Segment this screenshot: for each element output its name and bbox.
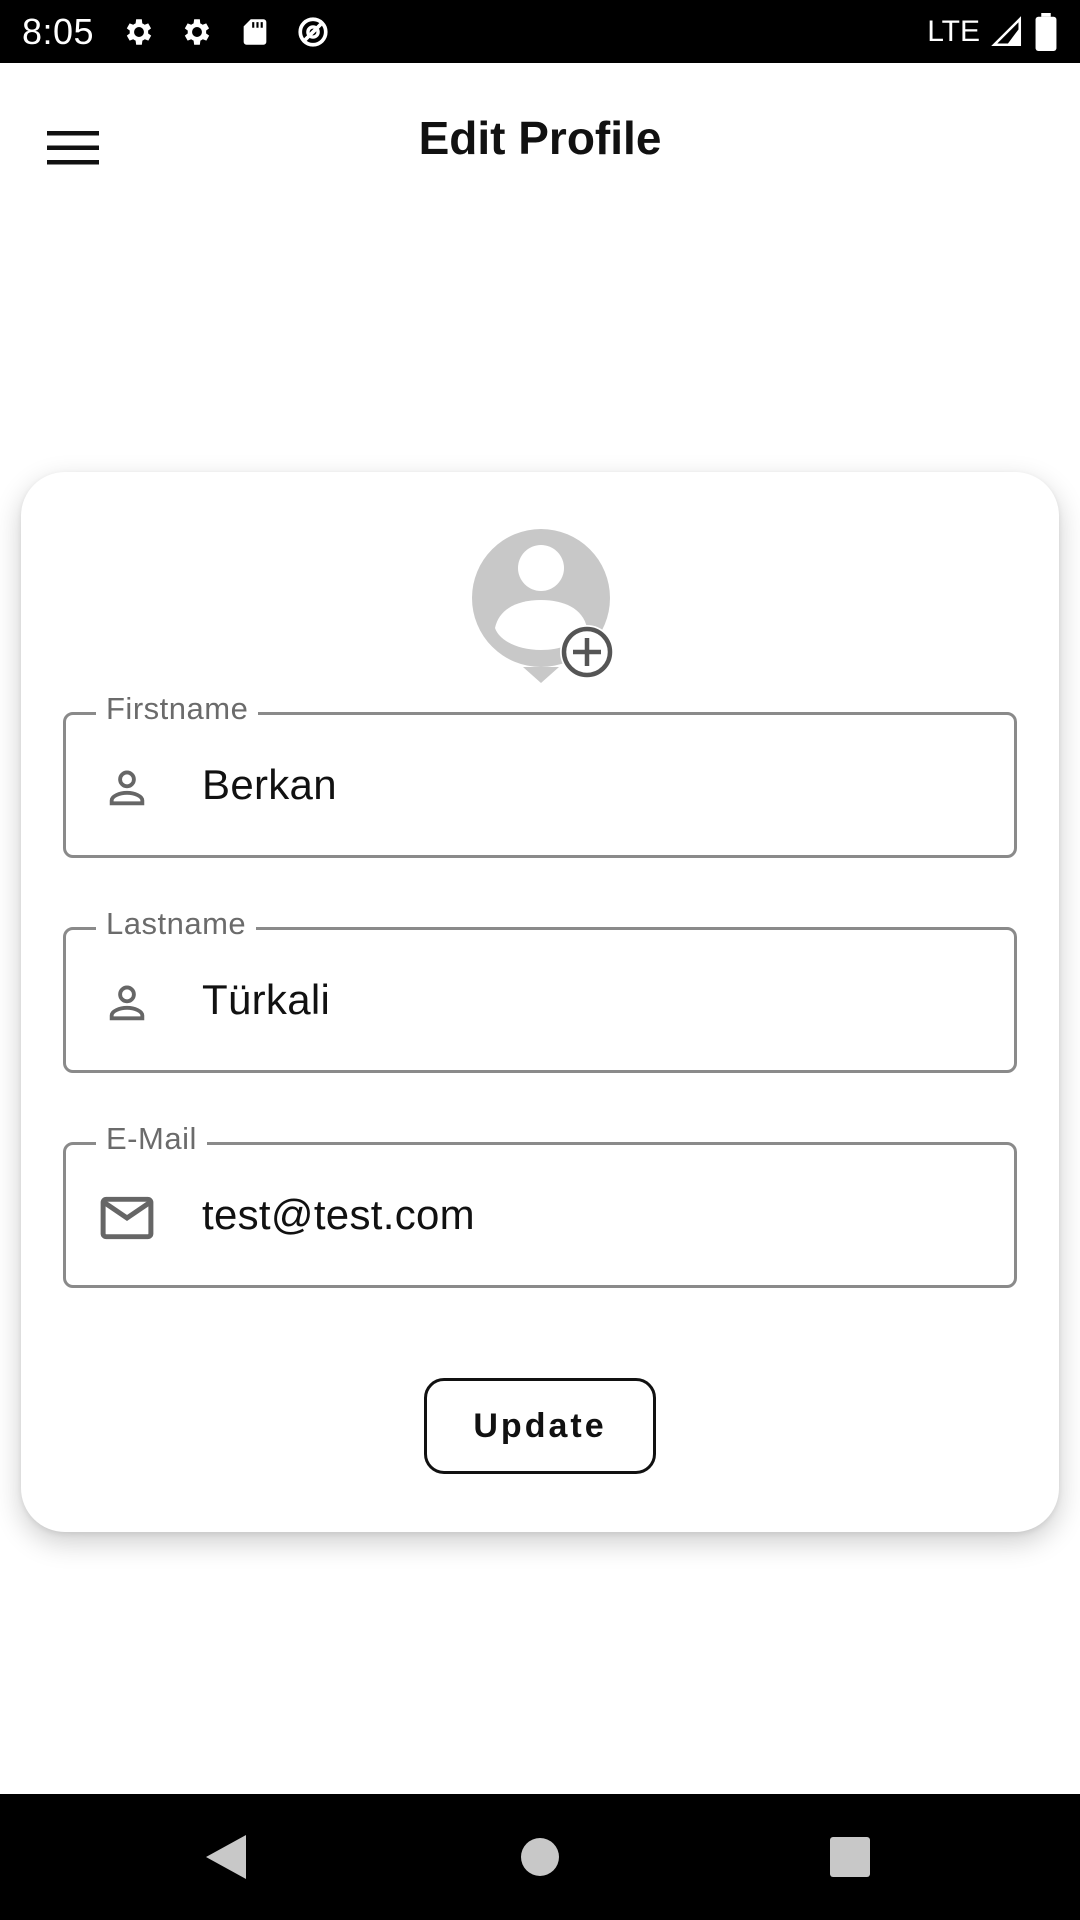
home-button[interactable]	[470, 1794, 610, 1920]
app-bar: Edit Profile	[0, 63, 1080, 213]
status-system-icons: LTE	[927, 12, 1058, 51]
status-time: 8:05	[22, 10, 95, 52]
recents-button[interactable]	[780, 1794, 920, 1920]
sd-card-icon	[238, 15, 272, 49]
firstname-field[interactable]: Firstname	[63, 691, 1017, 858]
settings-icon	[180, 15, 214, 49]
person-icon	[100, 976, 154, 1030]
status-notification-icons	[122, 15, 330, 49]
status-bar: 8:05 LTE	[0, 0, 1080, 63]
add-circle-icon[interactable]	[560, 625, 614, 679]
email-label: E-Mail	[96, 1121, 207, 1157]
lastname-input[interactable]	[202, 960, 982, 1040]
email-field[interactable]: E-Mail	[63, 1121, 1017, 1288]
avatar-picker[interactable]	[471, 528, 631, 688]
battery-icon	[1034, 12, 1058, 51]
firstname-label: Firstname	[96, 691, 259, 727]
home-icon	[521, 1838, 559, 1876]
navigation-bar	[0, 1794, 1080, 1920]
firstname-input[interactable]	[202, 745, 982, 825]
page-title: Edit Profile	[418, 112, 662, 164]
lastname-field[interactable]: Lastname	[63, 906, 1017, 1073]
signal-icon	[990, 15, 1024, 49]
settings-icon	[122, 15, 156, 49]
recents-icon	[830, 1837, 870, 1877]
mail-icon	[100, 1191, 154, 1245]
network-type: LTE	[927, 14, 980, 48]
person-icon	[100, 761, 154, 815]
profile-card: Firstname Lastname E-Mail Update	[21, 472, 1059, 1532]
update-button[interactable]: Update	[424, 1378, 656, 1474]
screen: 8:05 LTE Edit Profile Firstname Berkan L…	[0, 0, 1080, 1920]
lastname-label: Lastname	[96, 906, 257, 942]
back-button[interactable]	[156, 1794, 296, 1920]
no-access-icon	[296, 15, 330, 49]
email-input[interactable]	[202, 1175, 982, 1255]
back-icon	[206, 1835, 246, 1879]
